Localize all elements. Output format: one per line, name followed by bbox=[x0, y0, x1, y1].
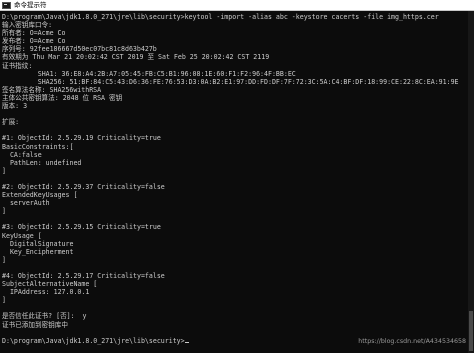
cmd-icon bbox=[2, 1, 11, 9]
console-line: SubjectAlternativeName [ bbox=[2, 280, 98, 289]
console-line: 序列号: 92fee186667d50ec07bc81c8d63b427b bbox=[2, 45, 157, 54]
console-line: D:\program\Java\jdk1.8.0_271\jre\lib\sec… bbox=[2, 13, 439, 21]
console-line: 是否信任此证书? [否]: y bbox=[2, 312, 87, 321]
console-line: DigitalSignature bbox=[2, 239, 74, 248]
window-title: 命令提示符 bbox=[14, 0, 47, 9]
console-line: IPAddress: 127.0.0.1 bbox=[2, 288, 90, 297]
console-line: ExtendedKeyUsages [ bbox=[2, 191, 78, 200]
console-line: ] bbox=[2, 207, 6, 216]
console-output[interactable]: D:\program\Java\jdk1.8.0_271\jre\lib\sec… bbox=[2, 13, 468, 351]
console-line: 输入密钥库口令: bbox=[2, 21, 53, 30]
watermark-text: https://blog.csdn.net/A434534658 bbox=[358, 338, 466, 345]
console-line: SHA256: 51:BF:84:C5:43:D6:36:FE:76:53:D3… bbox=[2, 77, 459, 86]
console-line: 证书已添加到密钥库中 bbox=[2, 320, 68, 329]
console-line: KeyUsage [ bbox=[2, 231, 42, 240]
console-line: 有效期为 Thu Mar 21 20:02:42 CST 2019 至 Sat … bbox=[2, 53, 270, 62]
console-line: ] bbox=[2, 296, 6, 305]
console-line: PathLen: undefined bbox=[2, 158, 82, 167]
console-line: 签名算法名称: SHA256withRSA bbox=[2, 85, 102, 94]
console-line: ] bbox=[2, 255, 6, 264]
console-line: BasicConstraints:[ bbox=[2, 142, 74, 151]
console-line: serverAuth bbox=[2, 199, 50, 208]
console-line: 扩展: bbox=[2, 118, 20, 127]
console-line: 主体公共密钥算法: 2048 位 RSA 密钥 bbox=[2, 93, 123, 102]
scrollbar-thumb[interactable] bbox=[469, 311, 473, 351]
vertical-scrollbar[interactable] bbox=[468, 11, 474, 353]
console-line: #3: ObjectId: 2.5.29.15 Criticality=true bbox=[2, 223, 161, 232]
console-line: #1: ObjectId: 2.5.29.19 Criticality=true bbox=[2, 134, 161, 143]
console-line: 证书指纹: bbox=[2, 61, 33, 70]
console-line: Key_Encipherment bbox=[2, 247, 74, 256]
cmd-window: 命令提示符 D:\program\Java\jdk1.8.0_271\jre\l… bbox=[0, 0, 474, 353]
console-line: #2: ObjectId: 2.5.29.37 Criticality=fals… bbox=[2, 182, 165, 191]
console-line: 发布者: O=Acme Co bbox=[2, 37, 66, 46]
console-line: SHA1: 36:E8:A4:2B:A7:05:45:FB:C5:B1:96:0… bbox=[2, 69, 296, 78]
text-cursor bbox=[184, 341, 189, 343]
console-line: ] bbox=[2, 166, 6, 175]
console-line: 版本: 3 bbox=[2, 102, 28, 111]
console-line: #4: ObjectId: 2.5.29.17 Criticality=fals… bbox=[2, 272, 165, 280]
console-line: CA:false bbox=[2, 150, 42, 159]
console-line: 所有者: O=Acme Co bbox=[2, 29, 66, 38]
title-bar[interactable]: 命令提示符 bbox=[0, 0, 474, 11]
